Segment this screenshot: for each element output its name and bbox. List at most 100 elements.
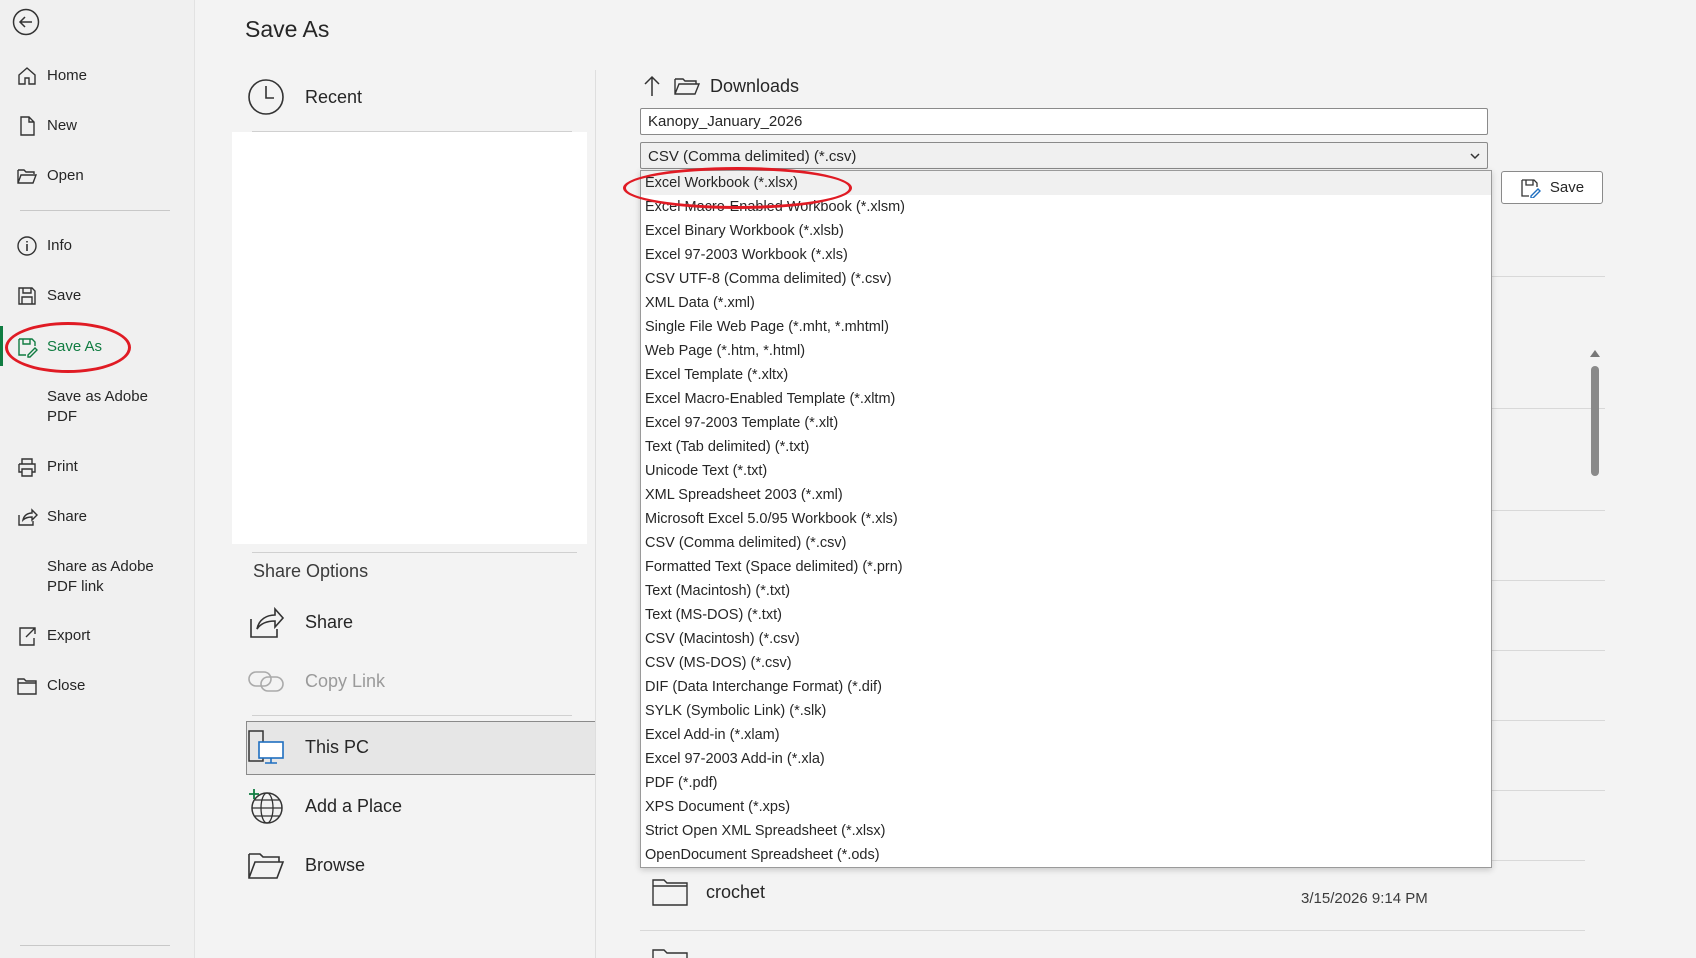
export-icon (19, 627, 36, 646)
nav-save-as-adobe-pdf[interactable]: Save as Adobe PDF (0, 385, 194, 429)
file-type-option[interactable]: XML Spreadsheet 2003 (*.xml) (641, 483, 1491, 507)
file-type-option[interactable]: Excel Workbook (*.xlsx) (641, 171, 1491, 195)
globe-add-icon (249, 789, 283, 824)
location-share-label: Share (305, 611, 354, 632)
save-icon (18, 287, 36, 305)
row-divider (640, 930, 1585, 931)
close-folder-icon (17, 678, 37, 695)
nav-save-label: Save (47, 286, 82, 304)
file-type-select[interactable]: CSV (Comma delimited) (*.csv) (640, 142, 1488, 169)
file-type-option[interactable]: Excel Macro-Enabled Workbook (*.xlsm) (641, 195, 1491, 219)
new-document-icon (20, 116, 35, 136)
up-arrow-icon[interactable] (642, 75, 662, 97)
folder-name: crochet (706, 881, 766, 902)
location-browse[interactable]: Browse (247, 846, 365, 884)
nav-save-as-adobe-pdf-label: Save as Adobe PDF (47, 388, 148, 425)
back-arrow-icon[interactable] (12, 8, 40, 36)
file-type-option[interactable]: Excel 97-2003 Add-in (*.xla) (641, 747, 1491, 771)
home-icon (18, 67, 36, 85)
scroll-up-arrow-icon[interactable] (1590, 350, 1600, 357)
nav-share-as-adobe-pdf-link[interactable]: Share as Adobe PDF link (0, 555, 194, 599)
file-type-option[interactable]: Single File Web Page (*.mht, *.mhtml) (641, 315, 1491, 339)
file-type-option[interactable]: Strict Open XML Spreadsheet (*.xlsx) (641, 819, 1491, 843)
nav-bottom-divider (20, 945, 170, 946)
location-this-pc-content[interactable]: This PC (247, 728, 369, 766)
current-folder[interactable]: Downloads (710, 76, 799, 97)
file-type-option[interactable]: XML Data (*.xml) (641, 291, 1491, 315)
clock-icon (248, 79, 284, 115)
file-type-option[interactable]: Unicode Text (*.txt) (641, 459, 1491, 483)
nav-share-label: Share (47, 507, 88, 525)
folder-icon (652, 879, 688, 906)
nav-export-label: Export (47, 626, 91, 644)
list-header-line (1492, 276, 1605, 277)
nav-info-label: Info (47, 236, 73, 254)
file-type-option[interactable]: Text (MS-DOS) (*.txt) (641, 603, 1491, 627)
file-type-option[interactable]: Excel Macro-Enabled Template (*.xltm) (641, 387, 1491, 411)
file-type-option[interactable]: SYLK (Symbolic Link) (*.slk) (641, 699, 1491, 723)
file-type-option[interactable]: Excel 97-2003 Template (*.xlt) (641, 411, 1491, 435)
file-type-option[interactable]: Excel Template (*.xltx) (641, 363, 1491, 387)
nav-new[interactable]: New (0, 105, 194, 145)
file-type-option[interactable]: OpenDocument Spreadsheet (*.ods) (641, 843, 1491, 867)
page-title: Save As (245, 16, 330, 42)
file-type-option[interactable]: Excel Binary Workbook (*.xlsb) (641, 219, 1491, 243)
file-type-option[interactable]: XPS Document (*.xps) (641, 795, 1491, 819)
browse-folder-icon (248, 853, 285, 879)
nav-close[interactable]: Close (0, 665, 194, 705)
file-type-option[interactable]: Excel 97-2003 Workbook (*.xls) (641, 243, 1491, 267)
file-type-option[interactable]: CSV (MS-DOS) (*.csv) (641, 651, 1491, 675)
file-type-dropdown[interactable]: Excel Workbook (*.xlsx) Excel Macro-Enabl… (640, 170, 1492, 868)
file-type-option[interactable]: Excel Add-in (*.xlam) (641, 723, 1491, 747)
nav-print-label: Print (47, 457, 78, 475)
save-button-label: Save (1549, 179, 1585, 196)
info-icon (17, 236, 37, 256)
print-icon (18, 458, 36, 477)
file-type-option[interactable]: CSV UTF-8 (Comma delimited) (*.csv) (641, 267, 1491, 291)
folder-row-crochet[interactable]: crochet (652, 878, 765, 906)
location-browse-label: Browse (305, 854, 366, 875)
nav-new-label: New (47, 116, 78, 134)
column-divider (595, 70, 596, 958)
file-name-input[interactable] (640, 108, 1488, 135)
file-type-option[interactable]: Microsoft Excel 5.0/95 Workbook (*.xls) (641, 507, 1491, 531)
save-as-icon (18, 338, 38, 358)
nav-info[interactable]: Info (0, 225, 194, 265)
link-icon (248, 671, 284, 692)
file-type-option[interactable]: Text (Tab delimited) (*.txt) (641, 435, 1491, 459)
nav-close-label: Close (47, 676, 86, 694)
nav-save-as[interactable]: Save As (0, 326, 194, 366)
location-recent-label: Recent (305, 86, 363, 107)
nav-open-label: Open (47, 166, 84, 184)
file-type-option[interactable]: DIF (Data Interchange Format) (*.dif) (641, 675, 1491, 699)
nav-print[interactable]: Print (0, 446, 194, 486)
location-recent[interactable]: Recent (247, 78, 362, 116)
folder-modified-date: 3/15/2026 9:14 PM (1301, 890, 1428, 907)
location-copy-link: Copy Link (247, 662, 385, 700)
file-type-option[interactable]: PDF (*.pdf) (641, 771, 1491, 795)
nav-home-label: Home (47, 66, 88, 84)
file-type-option[interactable]: Web Page (*.htm, *.html) (641, 339, 1491, 363)
location-share[interactable]: Share (247, 603, 353, 641)
computer-icon (248, 730, 284, 764)
location-this-pc-label: This PC (305, 736, 370, 757)
nav-open[interactable]: Open (0, 155, 194, 195)
share-icon (18, 508, 38, 526)
nav-home[interactable]: Home (0, 55, 194, 95)
file-type-option[interactable]: Formatted Text (Space delimited) (*.prn) (641, 555, 1491, 579)
file-type-option[interactable]: CSV (Macintosh) (*.csv) (641, 627, 1491, 651)
file-type-option[interactable]: Text (Macintosh) (*.txt) (641, 579, 1491, 603)
places-divider (252, 715, 572, 716)
save-button[interactable]: Save (1501, 171, 1603, 204)
file-list-scrollbar[interactable] (1588, 348, 1602, 958)
nav-export[interactable]: Export (0, 615, 194, 655)
scrollbar-thumb[interactable] (1591, 366, 1599, 476)
nav-divider (20, 210, 170, 211)
save-icon (1521, 178, 1541, 198)
file-type-option[interactable]: CSV (Comma delimited) (*.csv) (641, 531, 1491, 555)
nav-save[interactable]: Save (0, 275, 194, 315)
open-folder-icon (17, 169, 38, 184)
nav-share[interactable]: Share (0, 496, 194, 536)
breadcrumb: Downloads (642, 75, 799, 97)
location-add-place[interactable]: Add a Place (247, 787, 402, 825)
